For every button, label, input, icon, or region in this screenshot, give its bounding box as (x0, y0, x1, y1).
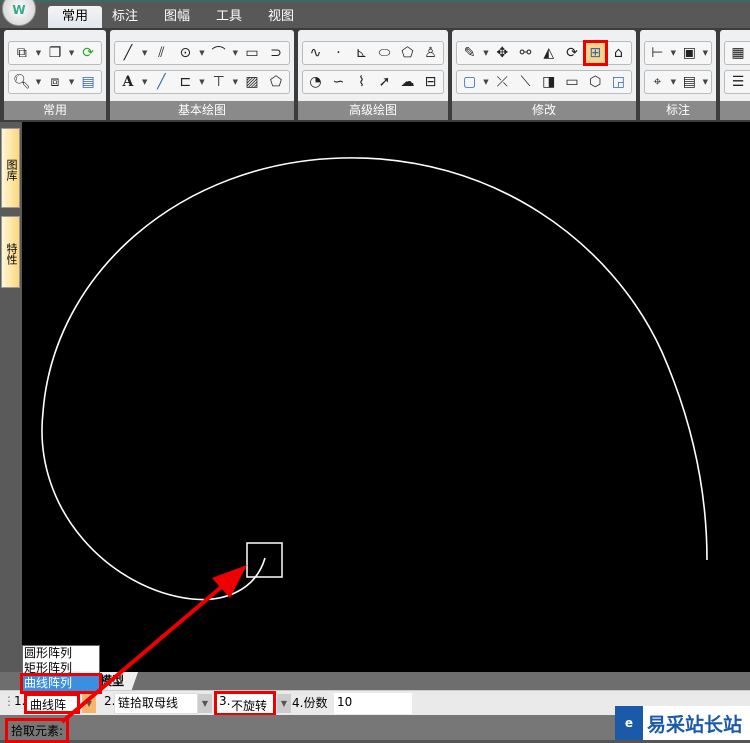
rotate-curve-icon[interactable]: ◔ (306, 72, 325, 92)
chamfer-icon[interactable]: ⬡ (586, 72, 605, 92)
command-prompt: 拾取元素: (5, 718, 70, 743)
trim-icon[interactable]: ⤫ (493, 72, 512, 92)
panel-label: 标注 (640, 101, 716, 120)
watermark-logo-icon: e (615, 706, 643, 740)
array-type-select[interactable]: 曲线阵列 (24, 693, 80, 731)
tab-common[interactable]: 常用 (48, 6, 103, 30)
app-logo[interactable]: W (2, 0, 36, 26)
move-icon[interactable]: ✥ (493, 43, 512, 63)
panel-basic-draw: ╱ ▼ ⫽ ⊙ ▼ ⌒ ▼ ▭ ⊃ A ▼ ╱ ⊏ ▼ ⊤ ▼ ▨ ⬠ 基本绘图 (110, 30, 294, 120)
centerline-icon[interactable]: ╱ (151, 72, 171, 92)
properties-icon[interactable]: ▤ (78, 72, 98, 92)
tab-tools[interactable]: 工具 (208, 6, 250, 30)
polygon-icon[interactable]: ⬠ (398, 43, 417, 63)
tolerance-icon[interactable]: ⌖ (648, 72, 667, 92)
rotate-icon[interactable]: ⟳ (562, 43, 581, 63)
fill-icon[interactable]: ⬠ (266, 72, 286, 92)
dimension-icon[interactable]: ⊢ (648, 43, 667, 63)
watermark-text: 易采站长站 (647, 713, 743, 736)
panel-modify: ✎ ▼ ✥ ⚯ ◭ ⟳ ⊞ ⌂ ▢ ▼ ⤫ ⟍ ◨ ▭ ⬡ ◲ 修改 (452, 30, 636, 120)
copies-input[interactable]: 10 (334, 693, 412, 714)
sidebar-tab-library[interactable]: 图库 (1, 128, 20, 208)
tab-frame[interactable]: 图幅 (156, 6, 198, 30)
stretch-icon[interactable]: ◨ (539, 72, 558, 92)
panel-more: ▦ ☰ (720, 30, 750, 120)
panel-label: 常用 (4, 101, 106, 120)
fillet-icon[interactable]: ◲ (609, 72, 628, 92)
rectangle-icon[interactable]: ▭ (242, 43, 262, 63)
calculator-icon[interactable]: ▦ (728, 43, 748, 63)
array-icon[interactable]: ⊞ (582, 40, 608, 66)
array-type-dropdown-arrow[interactable]: ▼ (82, 694, 96, 713)
tab-model[interactable]: 模型 (96, 672, 139, 690)
panel-advanced-draw: ∿ · ⊾ ⬭ ⬠ ♙ ◔ ∽ ⌇ ➚ ☁ ⊟ 高级绘图 (298, 30, 448, 120)
mirror-icon[interactable]: ◭ (539, 43, 558, 63)
block-icon[interactable]: ⊏ (175, 72, 195, 92)
ellipse-icon[interactable]: ⬭ (375, 43, 394, 63)
ribbon: ⧉ ▼ ❐ ▼ ⟳ 🔍︎ ▼ ⧈ ▼ ▤ 常用 ╱ ▼ ⫽ ⊙ ▼ ⌒ ▼ ▭ ⊃ A ▼ ╱ ⊏ ▼ ⊤ ▼ ▨ ⬠ 基本绘图… (0, 28, 750, 122)
parallel-icon[interactable]: ⫽ (151, 43, 171, 63)
array-type-dropdown-list: 圆形阵列 矩形阵列 曲线阵列 (20, 645, 102, 694)
break-icon[interactable]: ▭ (562, 72, 581, 92)
polyline-icon[interactable]: ⊃ (266, 43, 286, 63)
point-icon[interactable]: · (329, 43, 348, 63)
sidebar-tab-properties[interactable]: 特性 (1, 216, 20, 288)
tab-view[interactable]: 视图 (260, 6, 302, 30)
panel-annotate: ⊢ ▼ ▣ ▼ ⌖ ▼ ▤ ▼ 标注 (640, 30, 716, 120)
tab-annotate[interactable]: 标注 (104, 6, 146, 30)
break-line-icon[interactable]: ⌇ (352, 72, 371, 92)
option-rectangular-array[interactable]: 矩形阵列 (23, 661, 99, 676)
extend-icon[interactable]: ⟍ (516, 72, 535, 92)
panel-label: 基本绘图 (110, 101, 294, 120)
scale-icon[interactable]: ▢ (460, 72, 479, 92)
copy-icon[interactable]: ⧉ (12, 43, 32, 63)
drawing-canvas[interactable] (22, 122, 750, 672)
rotate-mode-select[interactable]: 3. 不旋转 (214, 691, 276, 716)
offset-icon[interactable]: ⌂ (609, 43, 628, 63)
wave-icon[interactable]: ∽ (329, 72, 348, 92)
option-circular-array[interactable]: 圆形阵列 (23, 646, 99, 661)
image-icon[interactable]: ♙ (421, 43, 440, 63)
formula-curve-icon[interactable]: ⊾ (352, 43, 371, 63)
pick-mode-select[interactable]: 链拾取母线 (114, 693, 198, 714)
line-icon[interactable]: ╱ (118, 43, 138, 63)
layout-tabs: 模型 (0, 672, 750, 690)
panel-common: ⧉ ▼ ❐ ▼ ⟳ 🔍︎ ▼ ⧈ ▼ ▤ 常用 (4, 30, 106, 120)
title-bar: W 常用 标注 图幅 工具 视图 (0, 0, 750, 30)
rotate-mode-dropdown-arrow[interactable]: ▼ (277, 694, 291, 713)
side-panel: 图库 特性 (0, 122, 22, 672)
erase-icon[interactable]: ✎ (460, 43, 479, 63)
spline-icon[interactable]: ∿ (306, 43, 325, 63)
watermark: e 易采站长站 (615, 706, 750, 740)
gear-shaft-icon[interactable]: ⊟ (421, 72, 440, 92)
paste-icon[interactable]: ❐ (45, 43, 65, 63)
hatch-icon[interactable]: ▨ (242, 72, 262, 92)
zoom-icon[interactable]: 🔍︎ (12, 72, 32, 92)
linetype-icon[interactable]: ☰ (728, 72, 748, 92)
spiral-curve[interactable] (41, 157, 708, 601)
pick-mode-dropdown-arrow[interactable]: ▼ (198, 694, 212, 713)
text-icon[interactable]: A (118, 72, 138, 92)
copy-object-icon[interactable]: ⚯ (516, 43, 535, 63)
arc-icon[interactable]: ⌒ (209, 43, 229, 63)
circle-icon[interactable]: ⊙ (175, 43, 195, 63)
notes-icon[interactable]: ▤ (680, 72, 699, 92)
arrow-icon[interactable]: ➚ (375, 72, 394, 92)
hole-icon[interactable]: ⊤ (209, 72, 229, 92)
refresh-icon[interactable]: ⟳ (78, 43, 98, 63)
cloud-icon[interactable]: ☁ (398, 72, 417, 92)
dim-style-icon[interactable]: ▣ (680, 43, 699, 63)
layer-icon[interactable]: ⧈ (45, 72, 65, 92)
panel-label: 修改 (452, 101, 636, 120)
panel-label: 高级绘图 (298, 101, 448, 120)
drawing-svg (41, 157, 708, 601)
option-curve-array[interactable]: 曲线阵列 (20, 673, 102, 694)
